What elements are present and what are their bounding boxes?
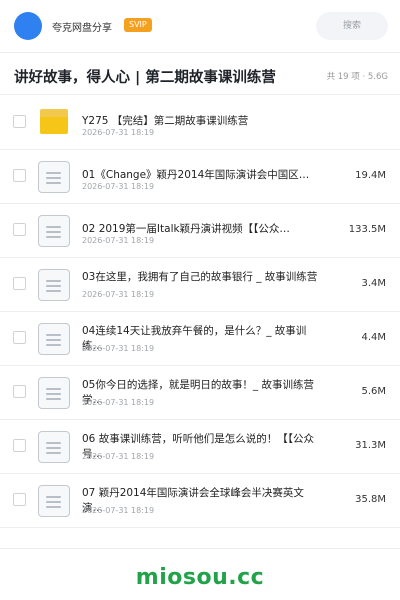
document-icon — [38, 323, 70, 355]
search-button[interactable]: 搜索 — [316, 12, 388, 40]
file-size: 3.4M — [361, 278, 386, 289]
file-date: 2026-07-31 18:19 — [82, 398, 155, 407]
document-icon — [38, 485, 70, 517]
row-checkbox[interactable] — [13, 439, 26, 452]
file-size: 4.4M — [361, 332, 386, 343]
file-date: 2026-07-31 18:19 — [82, 452, 155, 461]
file-name: 01《Change》颖丹2014年国际演讲会中国区… — [82, 169, 310, 181]
page-title: 讲好故事，得人心 | 第二期故事课训练营 — [14, 70, 276, 86]
folder-icon — [40, 109, 68, 134]
svip-badge: SVIP — [124, 18, 152, 32]
list-item[interactable]: 06 故事课训练营，听听他们是怎么说的！【【公众号… 2026-07-31 18… — [0, 420, 400, 474]
file-size: 35.8M — [355, 494, 386, 505]
row-checkbox[interactable] — [13, 277, 26, 290]
list-item[interactable]: 04连续14天让我放弃午餐的，是什么？_ 故事训练… 2026-07-31 18… — [0, 312, 400, 366]
list-item[interactable]: 03在这里，我拥有了自己的故事银行 _ 故事训练营 2026-07-31 18:… — [0, 258, 400, 312]
row-checkbox[interactable] — [13, 493, 26, 506]
document-icon — [38, 377, 70, 409]
list-item[interactable]: 01《Change》颖丹2014年国际演讲会中国区… 2026-07-31 18… — [0, 150, 400, 204]
file-date: 2026-07-31 18:19 — [82, 344, 155, 353]
file-name: Y275 【完结】第二期故事课训练营 — [82, 115, 249, 127]
row-checkbox[interactable] — [13, 223, 26, 236]
file-size: 133.5M — [348, 224, 386, 235]
document-icon — [38, 269, 70, 301]
file-date: 2026-07-31 18:19 — [82, 236, 155, 245]
document-icon — [38, 161, 70, 193]
list-item[interactable]: 07 颖丹2014年国际演讲会全球峰会半决赛英文演… 2026-07-31 18… — [0, 474, 400, 528]
file-name: 02 2019第一届Italk颖丹演讲视频【【公众… — [82, 223, 290, 235]
file-list: Y275 【完结】第二期故事课训练营 2026-07-31 18:19 01《C… — [0, 96, 400, 528]
folder-summary: 共 19 项 · 5.6G — [326, 72, 388, 82]
app-name: 夸克网盘分享 — [52, 23, 112, 34]
row-checkbox[interactable] — [13, 385, 26, 398]
document-icon — [38, 431, 70, 463]
file-date: 2026-07-31 18:19 — [82, 128, 155, 137]
footer-divider — [0, 548, 400, 549]
list-item[interactable]: Y275 【完结】第二期故事课训练营 2026-07-31 18:19 — [0, 96, 400, 150]
watermark: miosou.cc — [135, 565, 265, 590]
file-date: 2026-07-31 18:19 — [82, 182, 155, 191]
avatar[interactable] — [14, 12, 42, 40]
document-icon — [38, 215, 70, 247]
file-size: 5.6M — [361, 386, 386, 397]
app-header: 夸克网盘分享 SVIP 搜索 — [0, 0, 400, 52]
list-item[interactable]: 02 2019第一届Italk颖丹演讲视频【【公众… 2026-07-31 18… — [0, 204, 400, 258]
row-checkbox[interactable] — [13, 115, 26, 128]
file-date: 2026-07-31 18:19 — [82, 506, 155, 515]
file-size: 19.4M — [355, 170, 386, 181]
file-date: 2026-07-31 18:19 — [82, 290, 155, 299]
list-item[interactable]: 05你今日的选择，就是明日的故事！_ 故事训练营学… 2026-07-31 18… — [0, 366, 400, 420]
row-checkbox[interactable] — [13, 169, 26, 182]
row-checkbox[interactable] — [13, 331, 26, 344]
folder-title-bar: 讲好故事，得人心 | 第二期故事课训练营 共 19 项 · 5.6G — [0, 53, 400, 95]
file-size: 31.3M — [355, 440, 386, 451]
